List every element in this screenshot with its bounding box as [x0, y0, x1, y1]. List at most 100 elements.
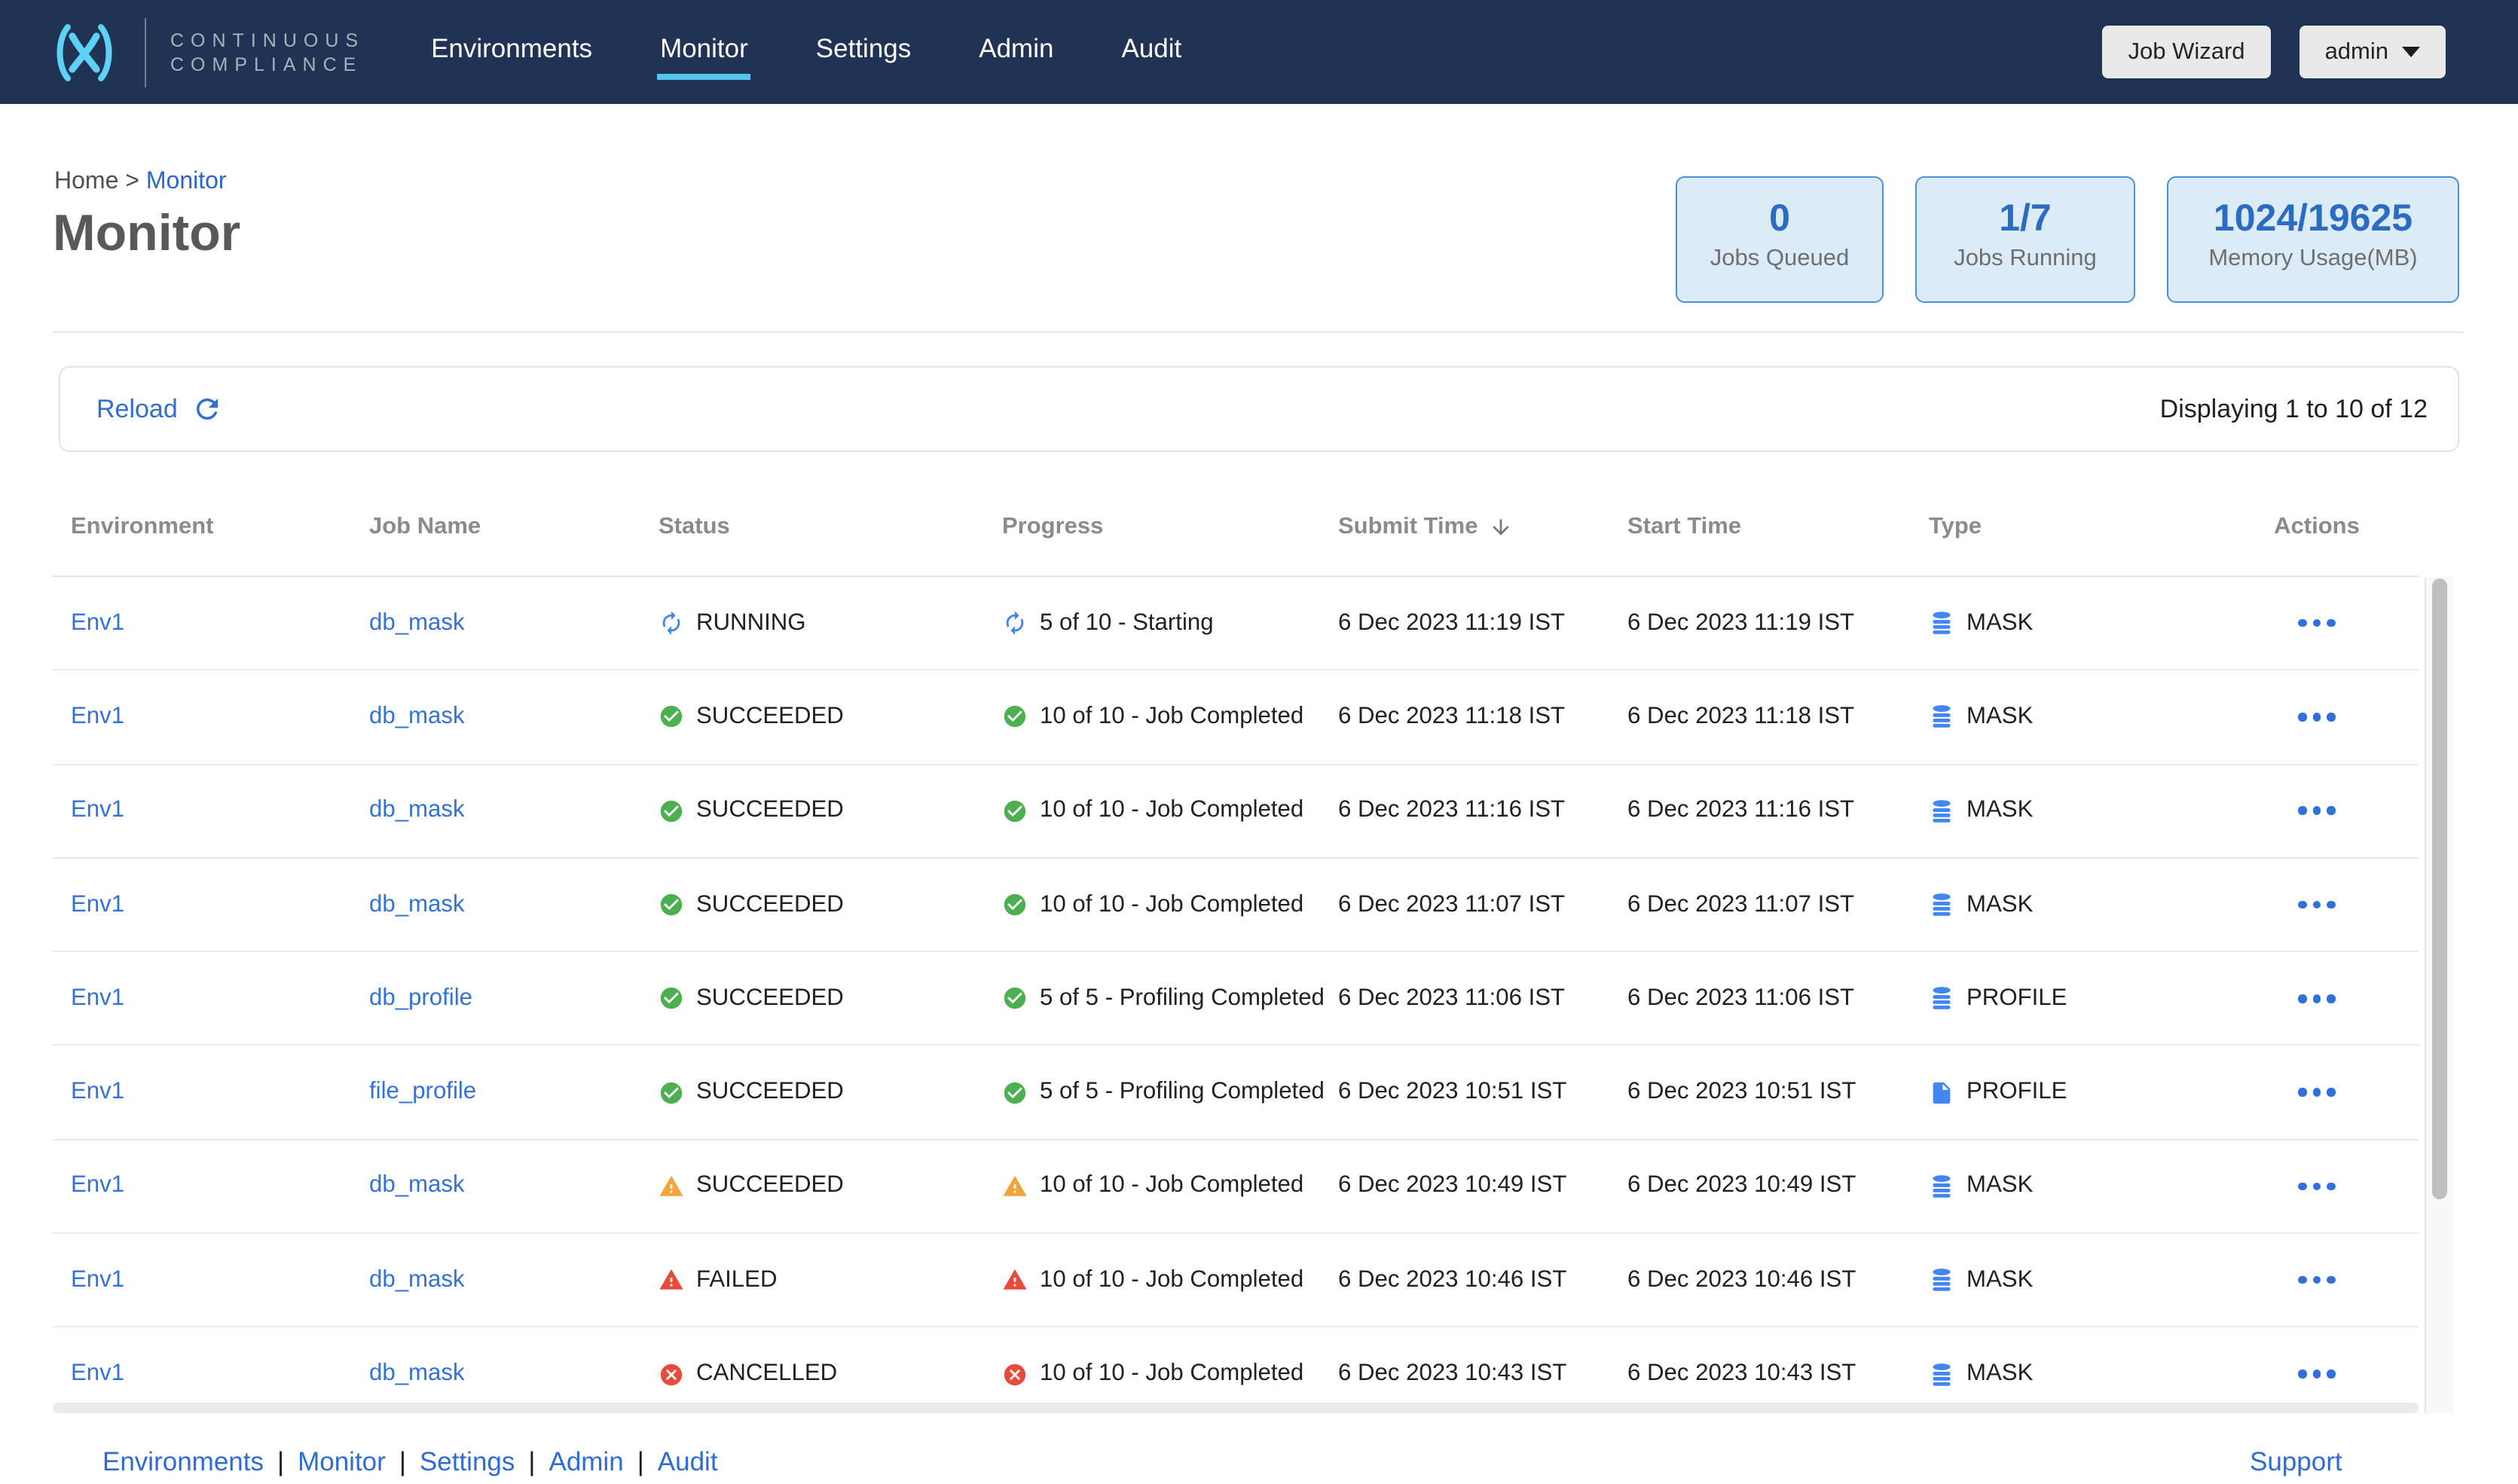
nav-item-admin[interactable]: Admin — [976, 24, 1056, 80]
job-name-link[interactable]: db_mask — [369, 1173, 465, 1200]
start-time: 6 Dec 2023 10:46 IST — [1627, 1266, 1856, 1293]
nav-item-audit[interactable]: Audit — [1118, 24, 1184, 80]
cancelled-cross-icon — [659, 1361, 684, 1387]
row-actions-button[interactable] — [2290, 985, 2345, 1012]
environment-link[interactable]: Env1 — [71, 891, 124, 918]
job-type-label: MASK — [1966, 1360, 2034, 1387]
horizontal-scrollbar-thumb[interactable] — [53, 1403, 2419, 1413]
job-name-link[interactable]: db_mask — [369, 891, 465, 918]
job-name-link[interactable]: db_mask — [369, 609, 465, 637]
breadcrumb-current-link[interactable]: Monitor — [146, 169, 227, 194]
stat-value: 1024/19625 — [2213, 197, 2413, 240]
column-header-actions[interactable]: Actions — [2215, 514, 2419, 541]
table-row: Env1 db_mask SUCCEEDED 10 of 10 - Job Co… — [53, 671, 2419, 765]
status-label: SUCCEEDED — [696, 1172, 844, 1198]
table-body: Env1 db_mask RUNNING 5 of 10 - Starting … — [53, 577, 2419, 1413]
stat-card: 1/7 Jobs Running — [1915, 176, 2135, 303]
submit-time: 6 Dec 2023 11:18 IST — [1338, 703, 1566, 729]
monitor-page: CONTINUOUS COMPLIANCE Environments Monito… — [0, 0, 2518, 1484]
environment-link[interactable]: Env1 — [71, 1360, 124, 1388]
nav-item-settings[interactable]: Settings — [813, 24, 914, 80]
row-actions-button[interactable] — [2290, 1267, 2345, 1293]
row-actions-button[interactable] — [2290, 1361, 2345, 1388]
column-header-environment[interactable]: Environment — [71, 514, 369, 541]
footer-support: Support — [2250, 1446, 2342, 1478]
environment-link[interactable]: Env1 — [71, 1173, 124, 1200]
stat-card: 0 Jobs Queued — [1676, 176, 1884, 303]
database-icon — [1929, 1361, 1954, 1387]
column-header-submit-time[interactable]: Submit Time — [1338, 514, 1627, 541]
job-name-link[interactable]: db_profile — [369, 985, 472, 1012]
job-type-label: MASK — [1966, 1172, 2034, 1198]
column-header-status[interactable]: Status — [659, 514, 1002, 541]
job-type-label: MASK — [1966, 797, 2034, 823]
environment-link[interactable]: Env1 — [71, 797, 124, 824]
footer-link-audit[interactable]: Audit — [658, 1446, 718, 1476]
table-row: Env1 file_profile SUCCEEDED 5 of 5 - Pro… — [53, 1046, 2419, 1140]
database-icon — [1929, 986, 1954, 1012]
table-toolbar: Reload Displaying 1 to 10 of 12 — [59, 366, 2459, 452]
nav-item-monitor[interactable]: Monitor — [657, 24, 752, 80]
refresh-icon — [191, 393, 223, 425]
column-header-job-name[interactable]: Job Name — [369, 514, 659, 541]
section-divider — [53, 331, 2464, 333]
start-time: 6 Dec 2023 11:18 IST — [1627, 703, 1855, 729]
stat-card: 1024/19625 Memory Usage(MB) — [2167, 176, 2459, 303]
progress-label: 10 of 10 - Job Completed — [1040, 1360, 1304, 1387]
status-label: SUCCEEDED — [696, 703, 844, 729]
row-actions-button[interactable] — [2290, 892, 2345, 918]
environment-link[interactable]: Env1 — [71, 985, 124, 1012]
row-actions-button[interactable] — [2290, 704, 2345, 730]
warning-triangle-icon — [1002, 1174, 1028, 1199]
vertical-scrollbar-thumb[interactable] — [2432, 579, 2447, 1199]
brand-logo[interactable]: CONTINUOUS COMPLIANCE — [45, 17, 365, 87]
column-header-type[interactable]: Type — [1929, 514, 2215, 541]
stat-label: Jobs Queued — [1710, 246, 1850, 271]
file-icon — [1929, 1079, 1954, 1105]
job-type-label: PROFILE — [1966, 985, 2067, 1011]
submit-time: 6 Dec 2023 10:49 IST — [1338, 1172, 1567, 1198]
column-header-start-time[interactable]: Start Time — [1627, 514, 1929, 541]
job-name-link[interactable]: db_mask — [369, 1266, 465, 1293]
submit-time: 6 Dec 2023 11:19 IST — [1338, 609, 1566, 636]
database-icon — [1929, 798, 1954, 823]
main-nav: Environments Monitor Settings Admin Audit — [428, 24, 1184, 80]
status-label: CANCELLED — [696, 1360, 838, 1387]
table-row: Env1 db_mask SUCCEEDED 10 of 10 - Job Co… — [53, 765, 2419, 859]
job-name-link[interactable]: file_profile — [369, 1079, 476, 1106]
reload-button[interactable]: Reload — [96, 393, 223, 425]
footer-link-admin[interactable]: Admin — [549, 1446, 623, 1476]
environment-link[interactable]: Env1 — [71, 1266, 124, 1293]
footer-link-environments[interactable]: Environments — [102, 1446, 264, 1476]
row-actions-button[interactable] — [2290, 610, 2345, 637]
row-actions-button[interactable] — [2290, 1079, 2345, 1106]
footer-link-settings[interactable]: Settings — [420, 1446, 515, 1476]
table-row: Env1 db_mask RUNNING 5 of 10 - Starting … — [53, 577, 2419, 671]
submit-time: 6 Dec 2023 10:43 IST — [1338, 1360, 1567, 1387]
brand-divider — [145, 17, 146, 87]
table-header: Environment Job Name Status Progress Submit … — [53, 479, 2419, 577]
success-check-icon — [1002, 798, 1028, 823]
job-type-label: MASK — [1966, 609, 2034, 636]
table-row: Env1 db_mask SUCCEEDED 10 of 10 - Job Co… — [53, 859, 2419, 953]
job-name-link[interactable]: db_mask — [369, 704, 465, 731]
job-name-link[interactable]: db_mask — [369, 797, 465, 824]
job-wizard-button[interactable]: Job Wizard — [2102, 26, 2271, 78]
environment-link[interactable]: Env1 — [71, 704, 124, 731]
cancelled-cross-icon — [1002, 1361, 1028, 1387]
column-header-progress[interactable]: Progress — [1002, 514, 1338, 541]
job-type-label: MASK — [1966, 891, 2034, 918]
row-actions-button[interactable] — [2290, 798, 2345, 824]
user-menu-button[interactable]: admin — [2299, 26, 2446, 78]
environment-link[interactable]: Env1 — [71, 1079, 124, 1106]
support-link[interactable]: Support — [2250, 1446, 2342, 1476]
row-actions-button[interactable] — [2290, 1173, 2345, 1199]
table-row: Env1 db_mask FAILED 10 of 10 - Job Compl… — [53, 1234, 2419, 1328]
database-icon — [1929, 1174, 1954, 1199]
environment-link[interactable]: Env1 — [71, 609, 124, 637]
nav-item-environments[interactable]: Environments — [428, 24, 595, 80]
footer-link-monitor[interactable]: Monitor — [298, 1446, 386, 1476]
job-name-link[interactable]: db_mask — [369, 1360, 465, 1388]
delphix-logo-icon — [45, 19, 124, 85]
database-icon — [1929, 610, 1954, 636]
